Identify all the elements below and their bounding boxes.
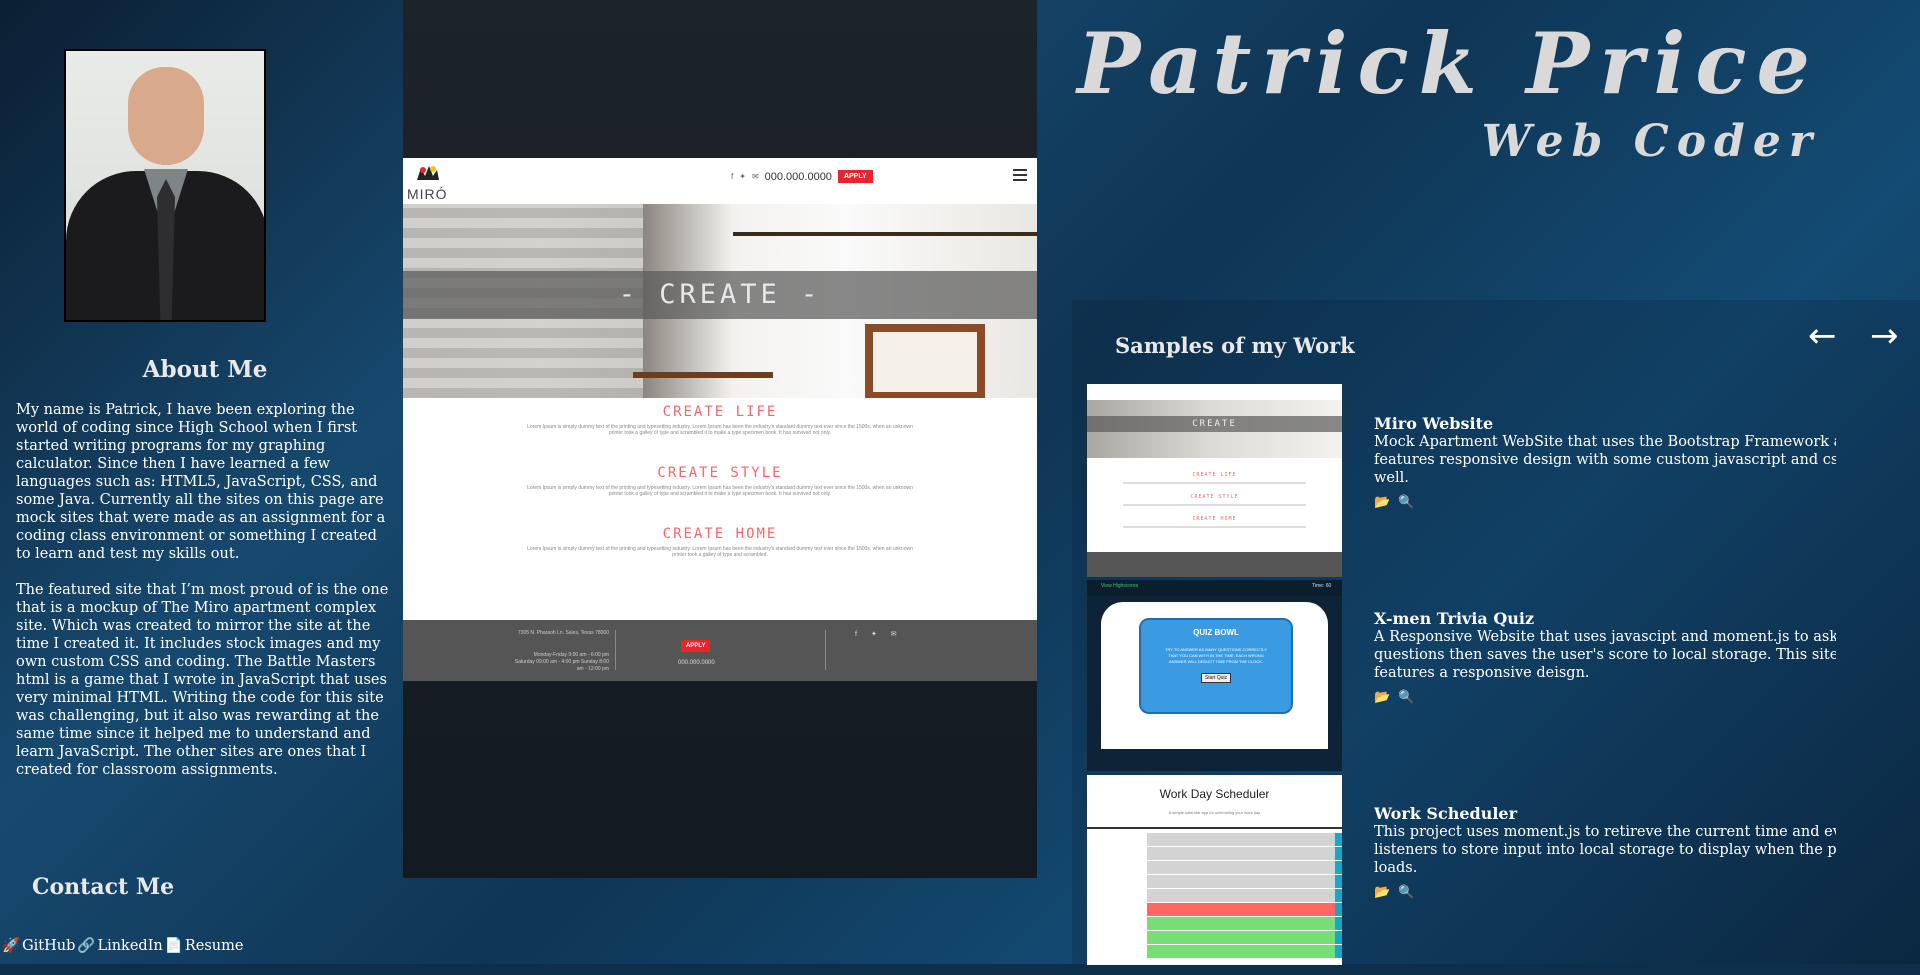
about-paragraph: The featured site that I’m most proud of…: [16, 582, 389, 778]
linkedin-link[interactable]: 🔗 LinkedIn: [77, 937, 162, 955]
scheduler-row: [1147, 945, 1342, 959]
save-button[interactable]: [1335, 847, 1342, 860]
save-button[interactable]: [1335, 931, 1342, 944]
miro-footer-address: 7305 N. Pharaoh Ln. Sales, Texas 78000: [517, 630, 609, 636]
save-button[interactable]: [1335, 945, 1342, 958]
miro-section: CREATE HOME Lorem Ipsum is simply dummy …: [527, 526, 913, 558]
document-icon: 📄: [164, 938, 183, 954]
miro-footer-social-icons[interactable]: f✦✉: [855, 630, 911, 638]
folder-icon[interactable]: 📂: [1374, 885, 1390, 900]
about-paragraph: My name is Patrick, I have been explorin…: [16, 402, 386, 562]
scheduler-row: [1147, 847, 1342, 861]
sample-description: This project uses moment.js to retireve …: [1374, 824, 1836, 876]
profile-photo: [64, 49, 266, 322]
sample-thumbnail-scheduler[interactable]: Work Day Scheduler A simple calendar app…: [1087, 775, 1342, 965]
scheduler-row: [1147, 875, 1342, 889]
miro-section: CREATE LIFE Lorem Ipsum is simply dummy …: [527, 404, 913, 436]
miro-footer-hours: Monday-Friday 9:00 am - 6:00 pm Saturday…: [514, 652, 609, 672]
miro-section: CREATE STYLE Lorem Ipsum is simply dummy…: [527, 465, 913, 497]
sample-thumbnail-miro[interactable]: CREATE CREATE LIFE CREATE STYLE CREATE H…: [1087, 384, 1342, 577]
resume-link[interactable]: 📄 Resume: [164, 937, 244, 955]
samples-title: Samples of my Work: [1115, 333, 1355, 358]
sample-item-quiz: X-men Trivia Quiz A Responsive Website t…: [1374, 609, 1836, 705]
save-button[interactable]: [1335, 903, 1342, 916]
sample-thumbnail-quiz[interactable]: View Highscores Time: 60 QUIZ BOWL TRY TO…: [1087, 580, 1342, 771]
miro-logo: MIRÓ: [407, 162, 449, 202]
folder-icon[interactable]: 📂: [1374, 495, 1390, 510]
mail-icon[interactable]: ✉: [752, 172, 759, 181]
miro-phone: 000.000.0000: [764, 170, 832, 183]
sample-item-scheduler: Work Scheduler This project uses moment.…: [1374, 804, 1836, 900]
bottom-bar: [0, 964, 1920, 975]
thumb-miro-hero-title: CREATE: [1087, 416, 1342, 432]
facebook-icon[interactable]: f: [731, 172, 733, 181]
save-button[interactable]: [1335, 833, 1342, 846]
contact-links: 🚀 GitHub 🔗 LinkedIn 📄 Resume: [2, 937, 244, 955]
miro-footer-apply-button[interactable]: APPLY: [681, 640, 711, 652]
miro-footer: 7305 N. Pharaoh Ln. Sales, Texas 78000 M…: [403, 620, 1037, 681]
save-button[interactable]: [1335, 917, 1342, 930]
github-link[interactable]: 🚀 GitHub: [2, 937, 75, 955]
miro-contact: f ✦ ✉ 000.000.0000 APPLY: [731, 170, 873, 183]
twitter-icon[interactable]: ✦: [739, 172, 746, 181]
sample-description: Mock Apartment WebSite that uses the Boo…: [1374, 434, 1836, 486]
miro-navbar: MIRÓ f ✦ ✉ 000.000.0000 APPLY: [403, 158, 1037, 204]
save-button[interactable]: [1335, 861, 1342, 874]
about-title: About Me: [142, 356, 268, 383]
paperclip-icon: 🔗: [77, 938, 96, 954]
site-role: Web Coder: [1481, 116, 1820, 167]
miro-logo-icon: [417, 166, 439, 180]
magnifier-icon[interactable]: 🔍: [1398, 690, 1414, 705]
scheduler-row: [1147, 861, 1342, 875]
site-name: Patrick Price: [1077, 14, 1820, 113]
rocket-icon: 🚀: [2, 938, 21, 954]
scheduler-row: [1147, 889, 1342, 903]
magnifier-icon[interactable]: 🔍: [1398, 495, 1414, 510]
scheduler-row: [1147, 931, 1342, 945]
folder-icon[interactable]: 📂: [1374, 690, 1390, 705]
save-button[interactable]: [1335, 889, 1342, 902]
miro-hero: - CREATE -: [403, 204, 1037, 398]
sample-item-miro: Miro Website Mock Apartment WebSite that…: [1374, 414, 1836, 510]
next-arrow-button[interactable]: →: [1870, 316, 1899, 356]
save-button[interactable]: [1335, 875, 1342, 888]
scheduler-row: [1147, 833, 1342, 847]
sample-title: Work Scheduler: [1374, 804, 1518, 823]
hamburger-menu-icon[interactable]: [1013, 169, 1027, 181]
contact-title: Contact Me: [32, 874, 175, 900]
miro-footer-phone: 000.000.0000: [678, 660, 715, 666]
magnifier-icon[interactable]: 🔍: [1398, 885, 1414, 900]
quiz-card: QUIZ BOWL TRY TO ANSWER AS MANY QUESTION…: [1139, 618, 1293, 714]
prev-arrow-button[interactable]: ←: [1808, 316, 1837, 356]
sample-title: Miro Website: [1374, 414, 1494, 433]
sample-title: X-men Trivia Quiz: [1374, 609, 1535, 628]
scheduler-row: [1147, 903, 1342, 917]
featured-site-frame[interactable]: MIRÓ f ✦ ✉ 000.000.0000 APPLY - CREATE -…: [403, 0, 1037, 878]
sample-description: A Responsive Website that uses javascipt…: [1374, 629, 1836, 681]
miro-apply-button[interactable]: APPLY: [837, 170, 873, 183]
about-text: My name is Patrick, I have been explorin…: [16, 401, 396, 797]
miro-hero-title: - CREATE -: [618, 279, 822, 310]
featured-site-preview: MIRÓ f ✦ ✉ 000.000.0000 APPLY - CREATE -…: [403, 158, 1037, 681]
scheduler-row: [1147, 917, 1342, 931]
